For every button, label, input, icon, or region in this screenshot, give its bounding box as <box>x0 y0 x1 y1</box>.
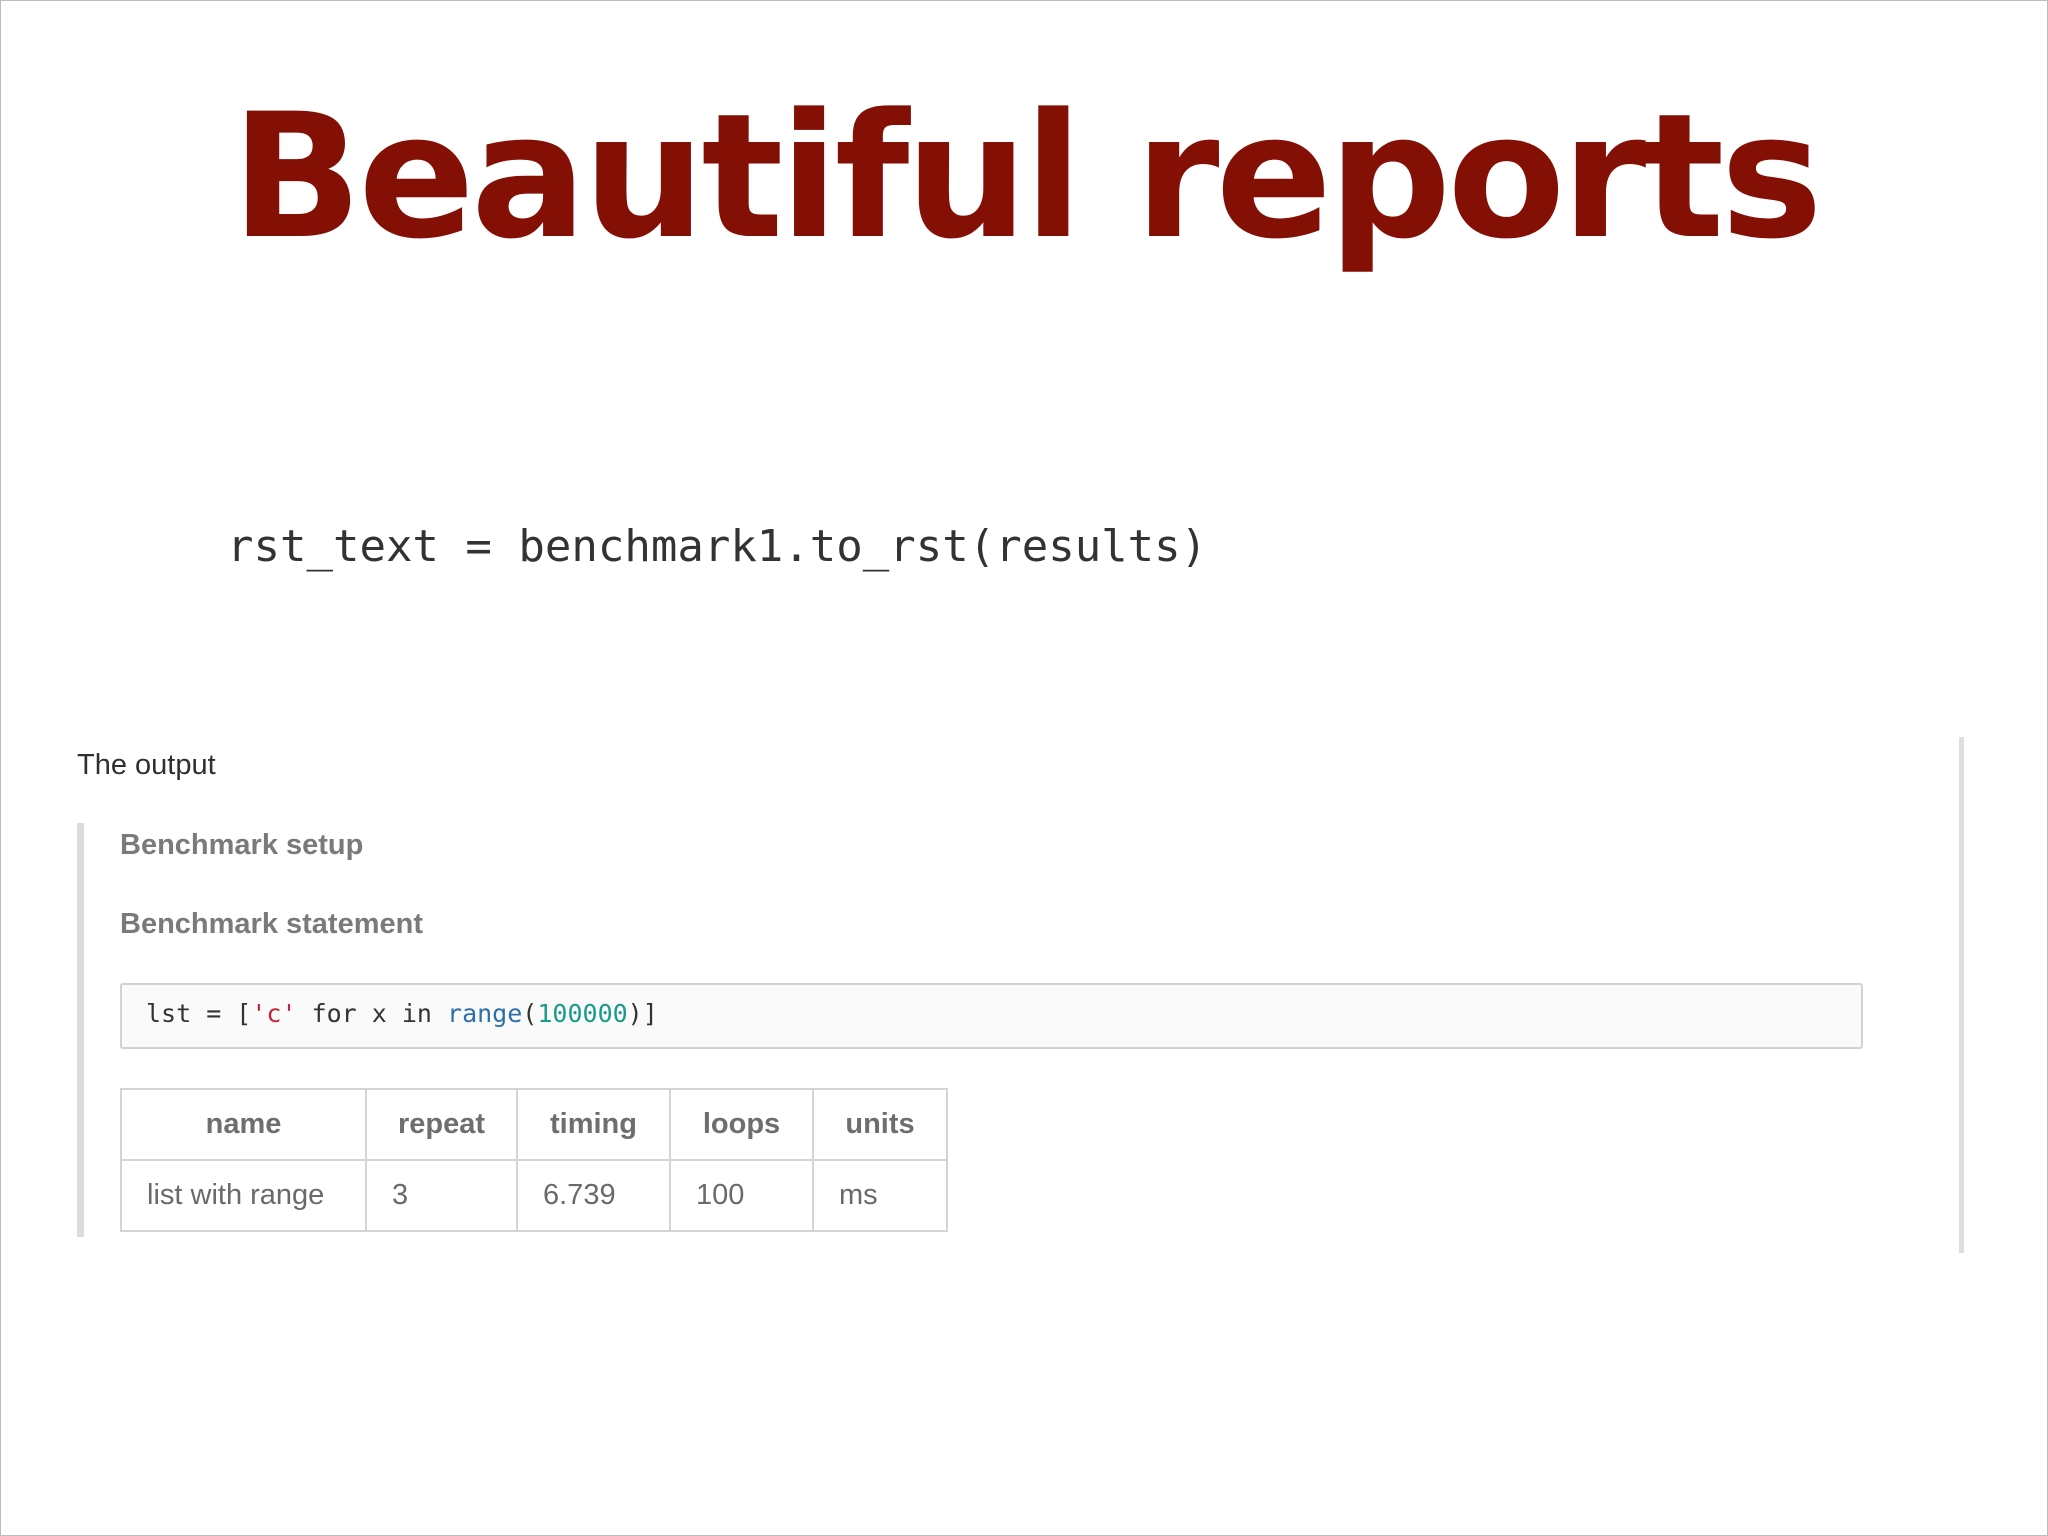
code-token-function: range <box>447 999 523 1028</box>
statement-code-block: lst = ['c' for x in range(100000)] <box>120 983 1863 1049</box>
cell-name: list with range <box>120 1159 367 1232</box>
cell-timing: 6.739 <box>516 1159 671 1232</box>
cell-units: ms <box>812 1159 948 1232</box>
slide-title: Beautiful reports <box>231 76 1823 277</box>
column-header-units: units <box>812 1088 948 1161</box>
code-token-number: 100000 <box>537 999 628 1028</box>
code-token: lst = [ <box>146 999 252 1028</box>
column-header-loops: loops <box>669 1088 814 1161</box>
table-row: list with range 3 6.739 100 ms <box>120 1159 948 1232</box>
blockquote-bar <box>77 823 84 1237</box>
code-token: ( <box>522 999 538 1028</box>
output-label: The output <box>77 749 216 781</box>
statement-code-text: lst = ['c' for x in range(100000)] <box>146 1001 658 1026</box>
column-header-name: name <box>120 1088 367 1161</box>
code-token: for x in <box>296 999 448 1028</box>
results-table: name repeat timing loops units list with… <box>120 1088 948 1232</box>
table-header-row: name repeat timing loops units <box>120 1088 948 1161</box>
slide: Beautiful reports rst_text = benchmark1.… <box>0 0 2048 1536</box>
right-divider <box>1959 737 1964 1253</box>
section-heading-statement: Benchmark statement <box>120 908 423 940</box>
section-heading-setup: Benchmark setup <box>120 829 364 861</box>
cell-loops: 100 <box>669 1159 814 1232</box>
column-header-repeat: repeat <box>365 1088 518 1161</box>
column-header-timing: timing <box>516 1088 671 1161</box>
code-snippet: rst_text = benchmark1.to_rst(results) <box>227 521 1208 572</box>
code-token: )] <box>627 999 658 1028</box>
code-token-string: 'c' <box>251 999 297 1028</box>
cell-repeat: 3 <box>365 1159 518 1232</box>
